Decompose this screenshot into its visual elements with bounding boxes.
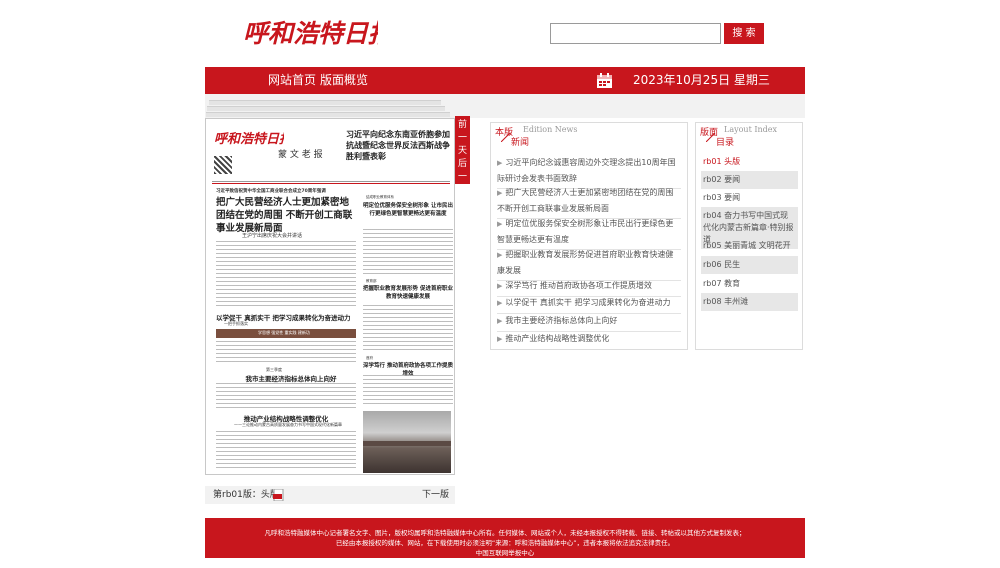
section-headline[interactable]: 我市主要经济指标总体向上向好 <box>236 373 346 383</box>
news-item[interactable]: ▶ 明定位优服务保安全树形象让市民出行更绿色更智慧更畅达更有温度 <box>497 216 681 250</box>
news-title-en: Edition News <box>523 125 578 134</box>
right-headline[interactable]: 明定位优服务保安全树形象 让市民出行更绿色更智慧更畅达更有温度 <box>362 202 454 218</box>
search-input[interactable] <box>550 23 721 44</box>
pdf-icon[interactable] <box>273 489 284 501</box>
news-item[interactable]: ▶ 推动产业结构战略性调整优化 <box>497 331 681 349</box>
body-text-block <box>363 305 453 353</box>
arrow-icon: ▶ <box>497 159 503 167</box>
layout-item-rb06[interactable]: rb06 民生 <box>701 256 798 274</box>
photo-banner-caption: 学思想 强党性 重实践 建新功 <box>258 330 310 335</box>
copyright-line-1: 凡呼和浩特融媒体中心记者署名文字、图片，版权均属呼和浩特融媒体中心所有。任何媒体… <box>264 529 746 537</box>
page-footer-bar: 第rb01版：头版 下一版 <box>205 486 455 504</box>
body-text-block <box>216 383 356 409</box>
masthead-calligraphy: 蒙 文 老 报 <box>278 150 323 160</box>
arrow-icon: ▶ <box>497 189 503 197</box>
bridge-photo[interactable] <box>363 411 451 473</box>
news-item-label: 把握职业教育发展形势促进首府职业教育快速健康发展 <box>497 250 674 275</box>
news-item[interactable]: ▶ 把广大民营经济人士更加紧密地团结在党的周围不断开创工商联事业发展新局面 <box>497 185 681 219</box>
news-item[interactable]: ▶ 习近平向纪念诚惠容周边外交理念提出10周年国际研讨会发表书面致辞 <box>497 155 681 189</box>
nav-home-link[interactable]: 网站首页 <box>268 67 316 94</box>
masthead-text: 呼和浩特日报 <box>214 131 284 147</box>
news-subtitle: 新闻 <box>511 138 530 148</box>
newspaper-page-image[interactable]: 呼和浩特日报 蒙 文 老 报 习近平向纪念东南亚侨胞参加抗战暨纪念世界反法西斯战… <box>205 118 455 475</box>
arrow-icon: ▶ <box>497 335 503 343</box>
news-item-label: 我市主要经济指标总体向上向好 <box>505 316 618 325</box>
mid-subhead: 一把手抓落实 <box>224 321 248 326</box>
paper-stack-edge <box>206 112 450 117</box>
arrow-icon: ▶ <box>497 299 503 307</box>
qr-code-icon <box>214 156 232 174</box>
slash-icon <box>501 132 511 142</box>
right-kicker: 结成职业教育体系 <box>366 195 394 199</box>
right-kicker-3: 首府 <box>366 356 373 360</box>
main-nav: 网站首页 版面概览 2023年10月25日 星期三 <box>205 67 805 94</box>
masthead-headline[interactable]: 习近平向纪念东南亚侨胞参加抗战暨纪念世界反法西斯战争胜利暨表彰 <box>346 129 454 162</box>
news-item[interactable]: ▶ 把握职业教育发展形势促进首府职业教育快速健康发展 <box>497 247 681 281</box>
layout-item-rb03[interactable]: rb03 要闻 <box>701 189 798 207</box>
layout-item-rb01[interactable]: rb01 头版 <box>701 153 798 171</box>
next-page-button[interactable]: 下一版 <box>422 486 449 504</box>
site-logo[interactable]: 呼和浩特日报 <box>243 15 378 53</box>
layout-item-rb08[interactable]: rb08 丰州滩 <box>701 293 798 311</box>
layout-title-en: Layout Index <box>724 125 778 134</box>
day-pager-label: 前一天后一天 <box>458 120 468 195</box>
site-footer: 凡呼和浩特融媒体中心记者署名文字、图片，版权均属呼和浩特融媒体中心所有。任何媒体… <box>205 518 805 558</box>
lead-subhead: 王沪宁出席庆祝大会并讲话 <box>242 233 303 239</box>
lead-kicker: 习近平致信祝贺中华全国工商业联合会成立70周年强调 <box>216 189 326 194</box>
page-label: 第rb01版：头版 <box>213 490 279 500</box>
masthead-logo: 呼和浩特日报 <box>214 131 284 147</box>
logo-text: 呼和浩特日报 <box>243 19 378 48</box>
current-date: 2023年10月25日 星期三 <box>633 73 770 87</box>
arrow-icon: ▶ <box>497 317 503 325</box>
layout-item-rb07[interactable]: rb07 教育 <box>701 275 798 293</box>
news-item-label: 以学促干 真抓实干 把学习成果转化为奋进动力 <box>505 298 671 307</box>
body-text-block <box>216 341 356 363</box>
news-item[interactable]: ▶ 我市主要经济指标总体向上向好 <box>497 313 681 332</box>
paper-stack-edge <box>209 100 441 105</box>
layout-item-rb02[interactable]: rb02 要闻 <box>701 171 798 189</box>
news-item[interactable]: ▶ 以学促干 真抓实干 把学习成果转化为奋进动力 <box>497 295 681 314</box>
right-headline-2[interactable]: 把握职业教育发展形势 促进首府职业教育快速健康发展 <box>362 285 454 301</box>
layout-subtitle: 目录 <box>716 138 735 148</box>
paper-stack-edge <box>207 106 445 111</box>
layout-index-panel: 版面 Layout Index 目录 rb01 头版 rb02 要闻 rb03 … <box>695 122 803 350</box>
arrow-icon: ▶ <box>497 220 503 228</box>
arrow-icon: ▶ <box>497 251 503 259</box>
slash-icon <box>706 132 716 142</box>
copyright-line-2: 已经由本报授权的媒体、网站，在下载使用时必须注明“来源：呼和浩特融媒体中心”，违… <box>335 539 675 547</box>
day-pager[interactable]: 前一天后一天 <box>455 116 470 195</box>
body-text-block <box>216 241 356 307</box>
arrow-icon: ▶ <box>497 282 503 290</box>
bottom-subhead: ——三论推动内蒙古高质量发展奋力书写中国式现代化新篇章 <box>234 422 342 427</box>
bridge-shape <box>363 441 451 446</box>
body-text-block <box>363 375 453 407</box>
layout-item-rb05[interactable]: rb05 美丽青城 文明花开 <box>701 237 798 255</box>
body-text-block <box>216 431 356 471</box>
news-item-label: 明定位优服务保安全树形象让市民出行更绿色更智慧更畅达更有温度 <box>497 219 674 244</box>
lead-headline[interactable]: 把广大民营经济人士更加紧密地团结在党的周围 不断开创工商联事业发展新局面 <box>216 196 356 235</box>
masthead-rule-red <box>212 183 450 184</box>
masthead-rule <box>212 181 450 182</box>
report-center-link[interactable]: 中国互联网举报中心 <box>205 548 805 558</box>
body-text-block <box>363 229 453 277</box>
news-item-label: 深学笃行 推动首府政协各项工作提质增效 <box>505 281 652 290</box>
edition-news-panel: 本版 Edition News 新闻 ▶ 习近平向纪念诚惠容周边外交理念提出10周… <box>490 122 688 350</box>
calendar-icon[interactable] <box>596 72 613 89</box>
news-item-label: 习近平向纪念诚惠容周边外交理念提出10周年国际研讨会发表书面致辞 <box>497 158 676 183</box>
nav-overview-link[interactable]: 版面概览 <box>320 67 368 94</box>
news-item-label: 把广大民营经济人士更加紧密地团结在党的周围不断开创工商联事业发展新局面 <box>497 188 674 213</box>
right-kicker-2: 教育部 <box>366 279 377 283</box>
news-item-label: 推动产业结构战略性调整优化 <box>505 334 610 343</box>
search-button[interactable]: 搜 索 <box>724 23 764 44</box>
